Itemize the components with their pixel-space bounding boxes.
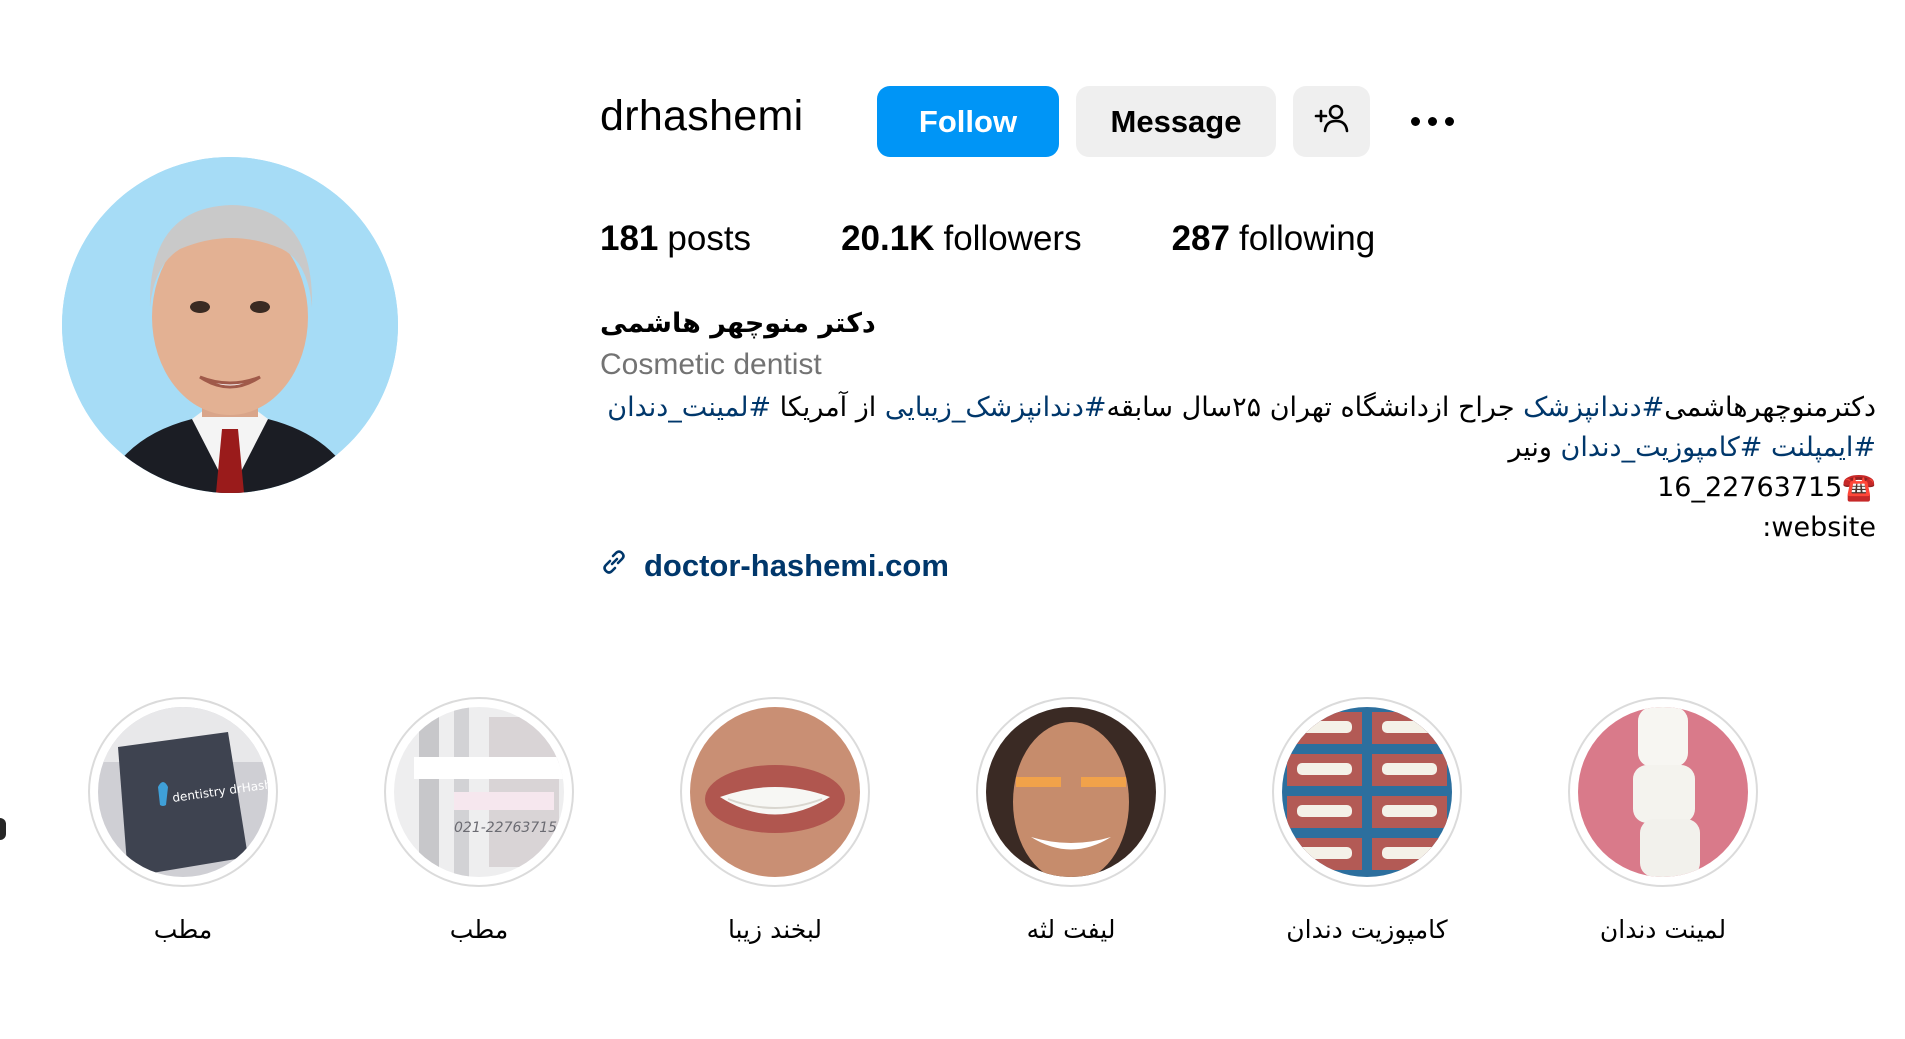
- bio-text: دکترمنوچهرهاشمی#دندانپزشک جراح ازدانشگاه…: [600, 388, 1876, 548]
- profile-page: drhashemi Follow Message 181 posts 20.1K…: [0, 0, 1905, 1039]
- highlight-label: لبخند زیبا: [727, 915, 823, 944]
- message-button[interactable]: Message: [1076, 86, 1276, 157]
- hashtag-link[interactable]: #ایمپلنت: [1771, 432, 1876, 463]
- highlight-label: مطب: [153, 915, 213, 944]
- profile-category: Cosmetic dentist: [600, 348, 822, 381]
- highlight-item[interactable]: 021-22763715 مطب: [384, 697, 574, 944]
- highlight-item[interactable]: کامپوزیت دندان: [1272, 697, 1462, 944]
- highlight-cover: [986, 707, 1156, 877]
- link-icon: [600, 548, 628, 584]
- highlight-label: لمینت دندان: [1599, 915, 1727, 944]
- bio-line-1: دکترمنوچهرهاشمی#دندانپزشک جراح ازدانشگاه…: [607, 392, 1876, 423]
- username: drhashemi: [600, 92, 804, 140]
- posts-count: 181 posts: [600, 219, 752, 258]
- svg-text:021-22763715: 021-22763715: [454, 820, 557, 836]
- person-plus-icon: [1314, 102, 1350, 142]
- external-link[interactable]: doctor-hashemi.com: [600, 548, 949, 584]
- story-highlights: dentistry drHashemi مطب 021-22763715 مطب…: [88, 697, 1758, 944]
- hashtag-link[interactable]: #دندانپزشک: [1523, 392, 1664, 423]
- link-text: doctor-hashemi.com: [644, 548, 949, 583]
- hashtag-link[interactable]: #دندانپزشک_زیبایی: [885, 392, 1107, 423]
- highlight-cover: [1578, 707, 1748, 877]
- followers-link[interactable]: 20.1K followers: [841, 219, 1082, 259]
- highlight-cover: [690, 707, 860, 877]
- highlight-cover: [1282, 707, 1452, 877]
- following-link[interactable]: 287 following: [1172, 219, 1376, 259]
- follow-button[interactable]: Follow: [877, 86, 1059, 157]
- hashtag-link[interactable]: #کامپوزیت_دندان: [1561, 432, 1763, 463]
- highlight-item[interactable]: لبخند زیبا: [680, 697, 870, 944]
- highlight-item[interactable]: لیفت لثه: [976, 697, 1166, 944]
- highlight-label: کامپوزیت دندان: [1286, 915, 1448, 944]
- highlight-item[interactable]: dentistry drHashemi مطب: [88, 697, 278, 944]
- ellipsis-icon: [1410, 116, 1420, 126]
- scroll-left-handle[interactable]: [0, 818, 6, 840]
- profile-stats: 181 posts 20.1K followers 287 following: [600, 219, 1375, 259]
- highlight-cover: dentistry drHashemi: [98, 707, 268, 877]
- full-name: دکتر منوچهر هاشمی: [600, 308, 876, 339]
- telephone-icon: ☎️: [1842, 472, 1876, 503]
- hashtag-link[interactable]: #لمینت_دندان: [607, 392, 771, 423]
- bio-phone: ☎️22763715_16: [1657, 472, 1876, 503]
- suggest-users-button[interactable]: [1293, 86, 1370, 157]
- highlight-label: مطب: [449, 915, 509, 944]
- highlight-item[interactable]: لمینت دندان: [1568, 697, 1758, 944]
- more-options-button[interactable]: [1400, 96, 1464, 146]
- highlight-cover: 021-22763715: [394, 707, 564, 877]
- bio-line-2: #ایمپلنت #کامپوزیت_دندان ونیر: [1508, 432, 1876, 463]
- highlight-label: لیفت لثه: [1026, 915, 1116, 944]
- profile-avatar[interactable]: [62, 157, 398, 493]
- bio-website-label: website:: [1762, 512, 1876, 543]
